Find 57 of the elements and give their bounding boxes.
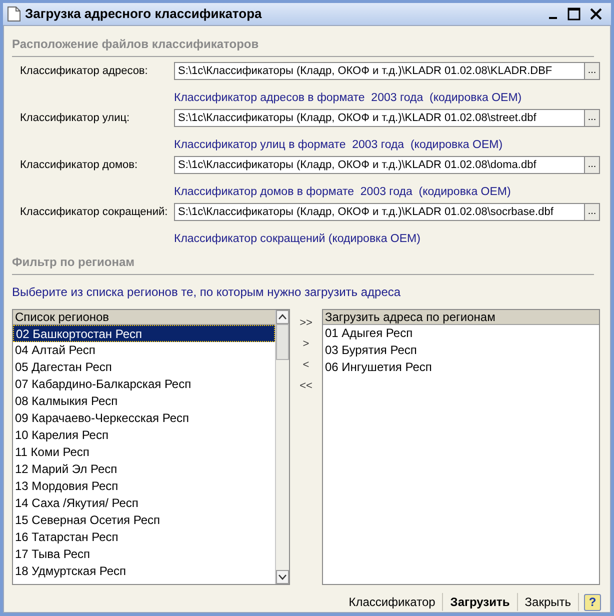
browse-button[interactable]: ...: [585, 109, 600, 127]
list-item[interactable]: 03 Бурятия Респ: [323, 342, 599, 359]
list-header: Загрузить адреса по регионам: [323, 310, 599, 325]
list-item[interactable]: 13 Мордовия Респ: [13, 478, 275, 495]
hint-text: Классификатор улиц в формате 2003 года (кодировка OEM): [174, 139, 503, 151]
field-label: Классификатор домов:: [20, 158, 139, 173]
list-item[interactable]: 11 Коми Респ: [13, 444, 275, 461]
close-icon[interactable]: [589, 7, 603, 21]
list-item[interactable]: 12 Марий Эл Респ: [13, 461, 275, 478]
list-item[interactable]: 06 Ингушетия Респ: [323, 359, 599, 376]
list-item[interactable]: 10 Карелия Респ: [13, 427, 275, 444]
section-title: Фильтр по регионам: [12, 255, 135, 269]
instruction-text: Выберите из списка регионов те, по которым нужно загрузить адреса: [12, 285, 401, 299]
window-title: Загрузка адресного классификатора: [25, 5, 263, 24]
browse-button[interactable]: ...: [585, 62, 600, 80]
section-title: Расположение файлов классификаторов: [12, 37, 259, 51]
maximize-icon[interactable]: [567, 7, 581, 21]
footer-button[interactable]: Загрузить: [443, 592, 517, 612]
list-item[interactable]: 07 Кабардино-Балкарская Респ: [13, 376, 275, 393]
scrollbar[interactable]: [275, 310, 289, 584]
list-header: Список регионов: [13, 310, 275, 325]
list-item[interactable]: 16 Татарстан Респ: [13, 529, 275, 546]
list-item[interactable]: 02 Башкортостан Респ: [13, 325, 275, 342]
field-label: Классификатор адресов:: [20, 64, 149, 79]
regions-list[interactable]: [12, 309, 290, 585]
move-button[interactable]: <: [298, 357, 314, 373]
browse-button[interactable]: ...: [585, 156, 600, 174]
move-button[interactable]: >>: [296, 315, 316, 331]
hint-text: Классификатор адресов в формате 2003 года (кодировка OEM): [174, 92, 522, 104]
path-field[interactable]: S:\1c\Классификаторы (Кладр, ОКОФ и т.д.)\KLADR 01.02.08\socrbase.dbf: [174, 203, 585, 221]
list-item[interactable]: 14 Саха /Якутия/ Респ: [13, 495, 275, 512]
field-label: Классификатор сокращений:: [20, 204, 169, 220]
list-item[interactable]: 01 Адыгея Респ: [323, 325, 599, 342]
list-item[interactable]: 05 Дагестан Респ: [13, 359, 275, 376]
field-label: Классификатор улиц:: [20, 110, 131, 126]
footer-button[interactable]: Закрыть: [518, 592, 578, 612]
scroll-up-icon[interactable]: [276, 310, 289, 324]
hint-text: Классификатор домов в формате 2003 года (кодировка OEM): [174, 186, 511, 198]
hint-text: Классификатор сокращений (кодировка OEM): [174, 233, 420, 245]
path-field[interactable]: S:\1c\Классификаторы (Кладр, ОКОФ и т.д.)\KLADR 01.02.08\street.dbf: [174, 109, 585, 127]
list-item[interactable]: 08 Калмыкия Респ: [13, 393, 275, 410]
list-item[interactable]: 09 Карачаево-Черкесская Респ: [13, 410, 275, 427]
load-list[interactable]: Загрузить адреса по регионам 01 Адыгея Респ 03 Бурятия Респ 06 Ингушетия Респ: [322, 309, 600, 585]
list-item[interactable]: 17 Тыва Респ: [13, 546, 275, 563]
list-item[interactable]: 18 Удмуртская Респ: [13, 563, 275, 580]
list-item[interactable]: 15 Северная Осетия Респ: [13, 512, 275, 529]
footer-button[interactable]: Классификатор: [342, 592, 442, 612]
browse-button[interactable]: ...: [585, 203, 600, 221]
scroll-thumb[interactable]: [276, 324, 289, 360]
scroll-down-icon[interactable]: [276, 570, 289, 584]
path-field[interactable]: S:\1c\Классификаторы (Кладр, ОКОФ и т.д.)\KLADR 01.02.08\KLADR.DBF: [174, 62, 585, 80]
move-button[interactable]: >: [298, 336, 314, 352]
document-icon: [7, 6, 21, 22]
list-item[interactable]: 04 Алтай Респ: [13, 342, 275, 359]
help-button[interactable]: ?: [584, 594, 601, 610]
move-button[interactable]: <<: [296, 378, 316, 394]
path-field[interactable]: S:\1c\Классификаторы (Кладр, ОКОФ и т.д.)\KLADR 01.02.08\doma.dbf: [174, 156, 585, 174]
